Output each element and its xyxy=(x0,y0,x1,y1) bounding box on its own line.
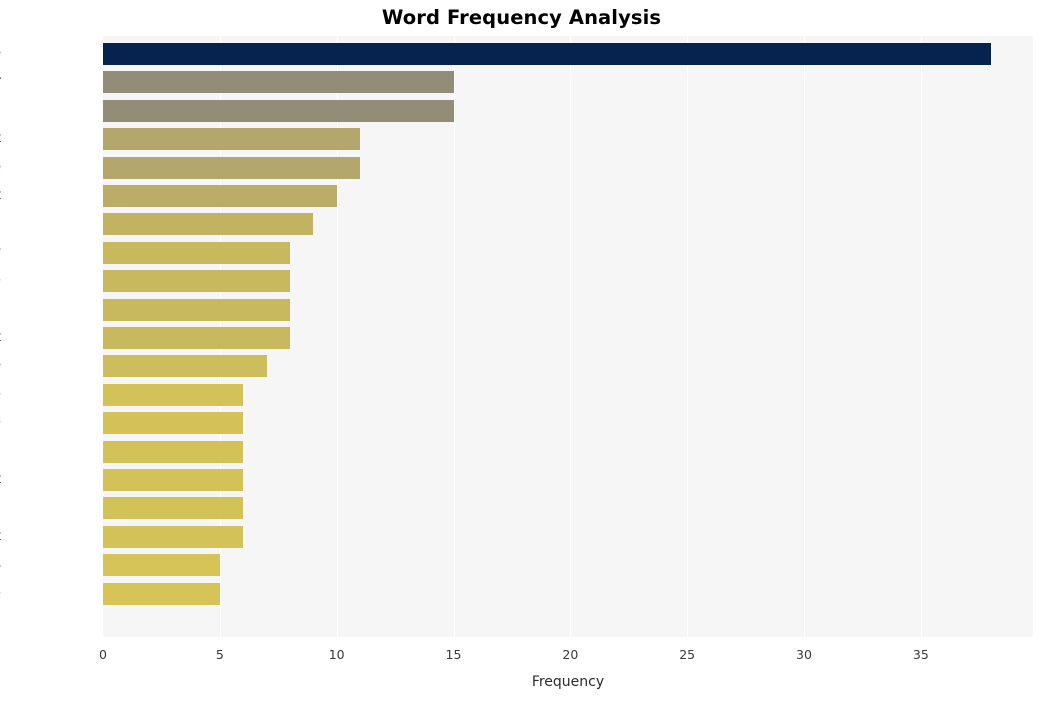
bar-term[interactable] xyxy=(103,497,244,520)
bar-write[interactable] xyxy=(103,270,290,293)
bar-right[interactable] xyxy=(103,185,337,207)
bar-state[interactable] xyxy=(103,43,991,65)
x-tick-label-0: 0 xyxy=(99,647,107,662)
y-tick-label-term: term xyxy=(0,501,10,515)
gridline xyxy=(804,36,805,637)
gridline xyxy=(336,36,338,637)
x-tick-label-5: 5 xyxy=(215,647,224,662)
bar-power[interactable] xyxy=(103,71,454,94)
x-tick-label-30: 30 xyxy=(796,647,812,662)
bar-calhoun[interactable] xyxy=(103,213,314,236)
chart-title: Word Frequency Analysis xyxy=(381,6,662,29)
y-tick-label-calhoun: calhoun xyxy=(0,217,10,231)
y-tick-label-power: power xyxy=(0,75,10,89)
x-tick-label-20: 20 xyxy=(562,647,579,662)
y-tick-label-constitution: constitution xyxy=(0,103,10,118)
y-tick-label-judge: judge xyxy=(0,586,10,601)
bar-government[interactable] xyxy=(103,469,244,491)
y-tick-label-rule: rule xyxy=(0,416,10,430)
bar-federal[interactable] xyxy=(103,440,244,463)
y-tick-label-write: write xyxy=(0,274,10,288)
bar-people[interactable] xyxy=(103,156,361,179)
x-tick-label-35: 35 xyxy=(912,647,929,662)
bar-supreme[interactable] xyxy=(103,383,244,406)
bar-constitution[interactable] xyxy=(103,99,454,122)
y-tick-label-reserve: reserve xyxy=(0,359,10,373)
gridline xyxy=(920,36,922,637)
bar-reserve[interactable] xyxy=(103,355,267,378)
x-tick-label-15: 15 xyxy=(445,647,462,662)
y-tick-label-right: right xyxy=(0,188,10,203)
bar-rule[interactable] xyxy=(103,412,244,435)
bar-court[interactable] xyxy=(103,128,361,151)
bar-texas[interactable] xyxy=(103,554,220,577)
bar-judge[interactable] xyxy=(103,582,220,605)
plot-area xyxy=(103,36,1033,637)
bar-nullification[interactable] xyxy=(103,298,290,321)
y-tick-label-federal: federal xyxy=(0,444,10,459)
y-tick-label-law: law xyxy=(0,245,10,260)
bar-limit[interactable] xyxy=(103,525,244,548)
x-tick-label-10: 10 xyxy=(328,647,345,662)
y-tick-label-supreme: supreme xyxy=(0,387,10,402)
y-tick-label-nullification: nullification xyxy=(0,302,10,317)
y-tick-label-court: court xyxy=(0,132,10,146)
y-tick-label-texas: texas xyxy=(0,558,10,572)
bar-amendment[interactable] xyxy=(103,327,290,349)
y-tick-label-amendment: amendment xyxy=(0,330,10,345)
gridline xyxy=(453,36,455,637)
gridline xyxy=(687,36,689,637)
x-axis-label: Frequency xyxy=(531,674,605,690)
y-tick-label-people: people xyxy=(0,160,10,175)
y-tick-label-limit: limit xyxy=(0,529,10,544)
chart-figure: Word Frequency Analysis state power consti… xyxy=(0,0,1043,701)
y-tick-label-state: state xyxy=(0,46,10,61)
bar-law[interactable] xyxy=(103,241,290,264)
x-tick-label-25: 25 xyxy=(679,647,696,662)
y-tick-label-government: government xyxy=(0,472,10,487)
gridline xyxy=(570,36,572,637)
